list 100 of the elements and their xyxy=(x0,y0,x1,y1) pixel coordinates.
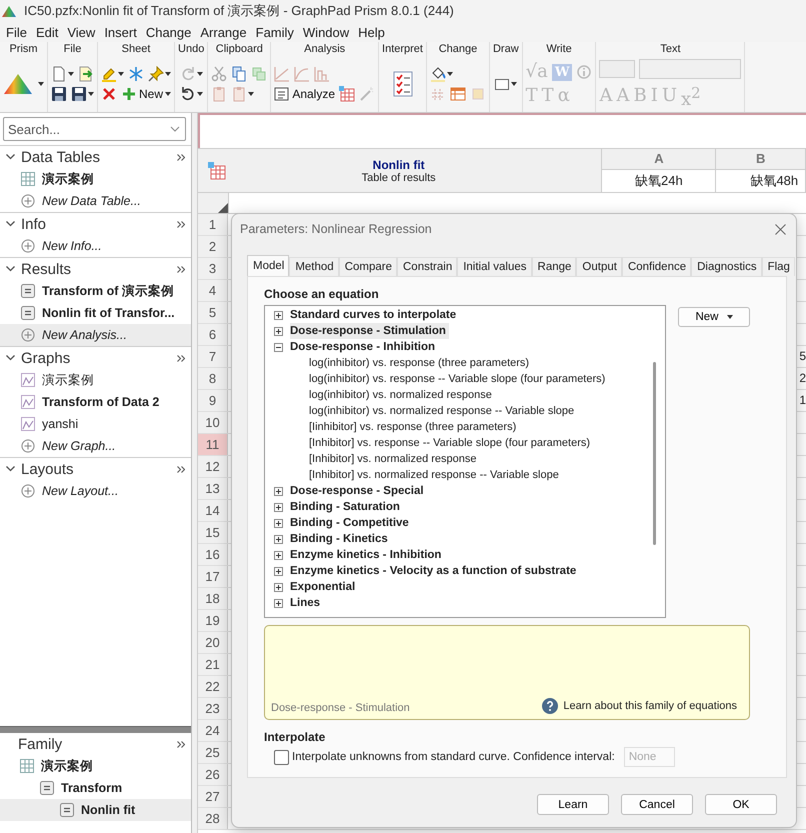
tree-item[interactable]: Binding - Competitive xyxy=(290,515,409,531)
caret-icon[interactable] xyxy=(196,72,203,76)
undo-icon[interactable] xyxy=(180,86,196,102)
expand-icon[interactable] xyxy=(274,310,283,320)
tree-item[interactable]: Binding - Kinetics xyxy=(290,531,388,547)
tree-item[interactable]: Enzyme kinetics - Inhibition xyxy=(290,547,442,563)
row-number[interactable]: 11 xyxy=(198,434,228,455)
pin-icon[interactable] xyxy=(148,66,164,82)
tree-item[interactable]: Enzyme kinetics - Velocity as a function of substrate xyxy=(290,563,576,579)
caret-icon[interactable] xyxy=(511,82,518,86)
section-title[interactable]: Results xyxy=(21,260,171,278)
row-number[interactable]: 18 xyxy=(198,588,228,609)
plus-icon[interactable] xyxy=(121,86,137,102)
double-chevron-icon[interactable] xyxy=(177,154,185,160)
row-number[interactable]: 12 xyxy=(198,456,228,477)
row-number[interactable]: 21 xyxy=(198,654,228,675)
expand-icon[interactable] xyxy=(274,518,283,528)
expand-icon[interactable] xyxy=(274,326,283,336)
paint-bucket-icon[interactable] xyxy=(430,66,446,82)
new-button[interactable]: New xyxy=(678,307,750,327)
chevron-down-icon[interactable] xyxy=(170,126,180,132)
list-icon[interactable] xyxy=(274,86,290,102)
row-number[interactable]: 4 xyxy=(198,280,228,301)
row-number[interactable]: 23 xyxy=(198,698,228,719)
sidebar-item[interactable]: yanshi xyxy=(0,413,191,435)
tree-item[interactable]: log(inhibitor) vs. response (three parameters) xyxy=(265,355,665,371)
help-link[interactable]: Learn about this family of equations xyxy=(563,700,737,712)
tree-item[interactable]: Standard curves to interpolate xyxy=(290,307,456,323)
row-number[interactable]: 20 xyxy=(198,632,228,653)
collapse-icon[interactable] xyxy=(274,342,283,352)
expand-icon[interactable] xyxy=(274,502,283,512)
row-number[interactable]: 1 xyxy=(198,214,228,235)
highlighter-icon[interactable] xyxy=(101,66,117,82)
row-number[interactable]: 5 xyxy=(198,302,228,323)
collapse-icon[interactable] xyxy=(6,154,15,160)
sidebar-item[interactable]: 演示案例 xyxy=(0,168,191,190)
dialog-button[interactable]: OK xyxy=(705,794,777,815)
tree-item[interactable]: [Iinhibitor] vs. response (three parameters) xyxy=(265,419,665,435)
collapse-icon[interactable] xyxy=(6,355,15,361)
row-number[interactable]: 19 xyxy=(198,610,228,631)
menu-item[interactable]: File xyxy=(4,24,34,40)
caret-icon[interactable] xyxy=(88,92,94,96)
menu-item[interactable]: Edit xyxy=(34,24,66,40)
double-chevron-icon[interactable] xyxy=(177,740,185,748)
tab[interactable]: Output xyxy=(576,257,622,276)
caret-icon[interactable] xyxy=(726,315,732,319)
row-number[interactable]: 6 xyxy=(198,324,228,345)
tab[interactable]: Method xyxy=(289,257,339,276)
tree-item[interactable]: Lines xyxy=(290,595,320,611)
section-title[interactable]: Graphs xyxy=(21,350,171,366)
column-title[interactable]: 缺氧24h xyxy=(602,170,716,192)
tree-item[interactable]: Binding - Saturation xyxy=(290,499,400,515)
row-number[interactable]: 2 xyxy=(198,236,228,257)
section-title[interactable]: Data Tables xyxy=(21,148,171,166)
row-number[interactable]: 26 xyxy=(198,764,228,785)
row-number[interactable]: 8 xyxy=(198,368,228,389)
tab[interactable]: Initial values xyxy=(457,257,532,276)
family-tree-item[interactable]: Nonlin fit xyxy=(0,799,191,821)
save-icon[interactable] xyxy=(51,86,67,102)
column-title[interactable]: 缺氧48h xyxy=(716,170,805,192)
tab[interactable]: Compare xyxy=(338,257,397,276)
sidebar-item[interactable]: Transform of 演示案例 xyxy=(0,280,191,302)
caret-icon[interactable] xyxy=(165,72,171,76)
new-button[interactable]: New xyxy=(121,86,172,102)
collapse-icon[interactable] xyxy=(6,466,15,472)
save-icon[interactable] xyxy=(71,86,87,102)
scrollbar[interactable] xyxy=(653,362,656,545)
sidebar-item[interactable]: New Data Table... xyxy=(0,190,191,212)
caret-icon[interactable] xyxy=(38,82,44,86)
tab[interactable]: Confidence xyxy=(622,257,692,276)
help-icon[interactable] xyxy=(542,698,558,714)
tree-item[interactable]: Dose-response - Special xyxy=(290,483,424,499)
caret-icon[interactable] xyxy=(165,92,172,96)
analyze-button[interactable]: Analyze xyxy=(274,86,336,102)
row-number[interactable]: 14 xyxy=(198,500,228,521)
tree-item[interactable]: log(inhibitor) vs. normalized response -- Variable slope xyxy=(265,403,665,419)
tab[interactable]: Diagnostics xyxy=(691,257,762,276)
caret-icon[interactable] xyxy=(68,72,74,76)
row-number[interactable]: 15 xyxy=(198,522,228,543)
font-field[interactable] xyxy=(639,58,742,78)
expand-icon[interactable] xyxy=(274,598,283,608)
tab[interactable]: Range xyxy=(532,257,576,276)
double-chevron-icon[interactable] xyxy=(177,466,185,472)
caret-icon[interactable] xyxy=(118,72,124,76)
menu-item[interactable]: View xyxy=(65,24,102,40)
family-tree-item[interactable]: 演示案例 xyxy=(0,755,191,777)
double-chevron-icon[interactable] xyxy=(177,354,185,362)
expand-icon[interactable] xyxy=(274,582,283,592)
row-number[interactable]: 9 xyxy=(198,390,228,411)
row-number[interactable]: 25 xyxy=(198,742,228,763)
row-number[interactable]: 3 xyxy=(198,258,228,279)
clipboard-icon[interactable] xyxy=(231,86,248,102)
rectangle-icon[interactable] xyxy=(494,76,510,92)
sidebar-item[interactable]: 演示案例 xyxy=(0,369,191,391)
tree-item[interactable]: log(inhibitor) vs. normalized response xyxy=(265,387,665,403)
document-icon[interactable] xyxy=(51,66,67,82)
sidebar-item[interactable]: Nonlin fit of Transfor... xyxy=(0,302,191,324)
sidebar-item[interactable]: New Analysis... xyxy=(0,324,191,346)
section-title[interactable]: Layouts xyxy=(21,460,171,478)
caret-icon[interactable] xyxy=(248,92,254,96)
